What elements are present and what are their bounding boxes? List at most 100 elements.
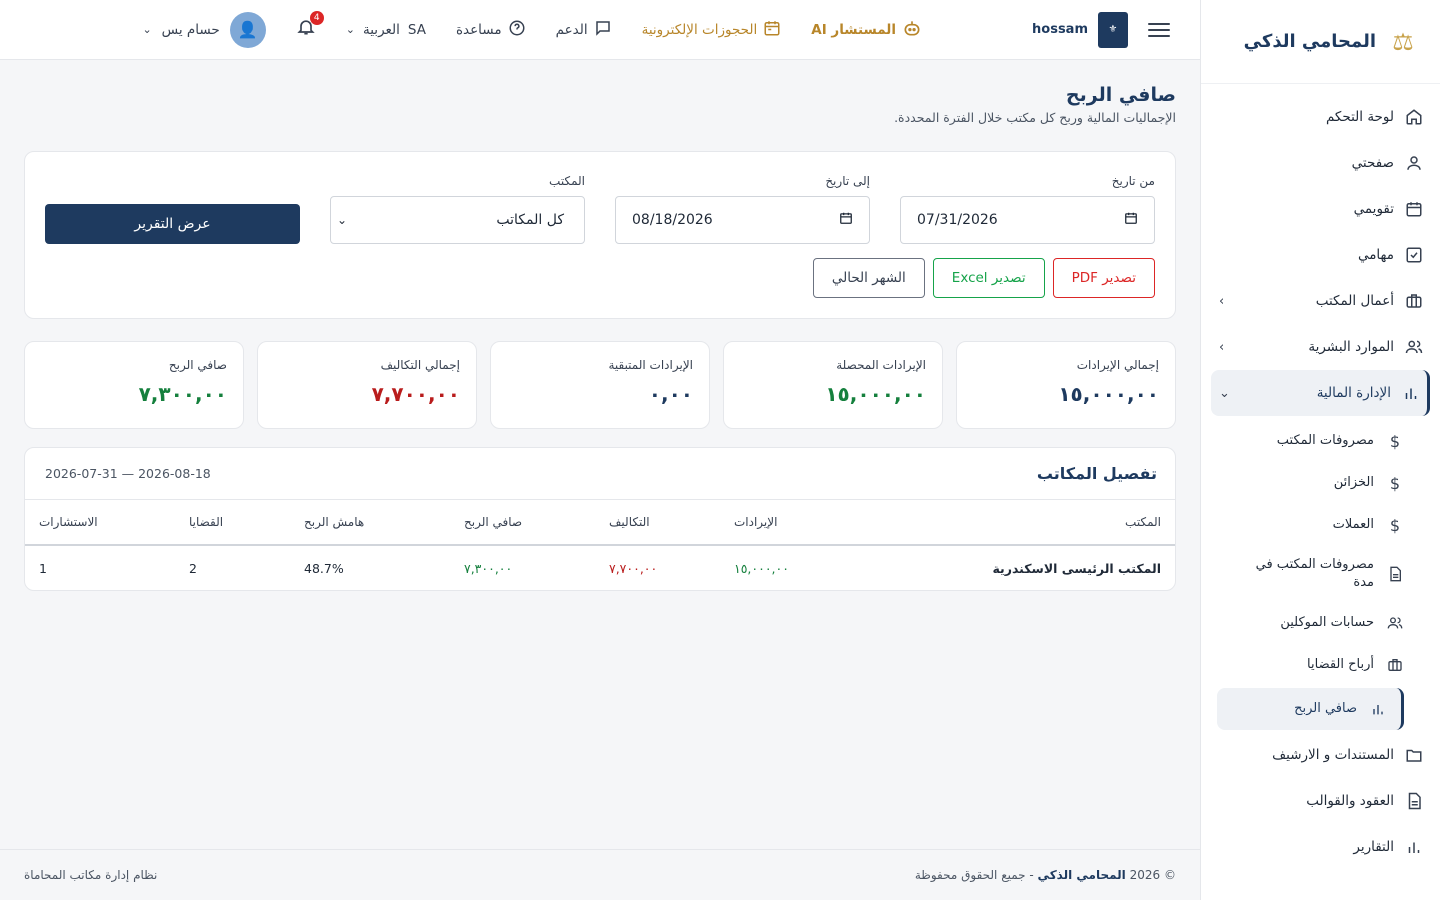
stat-value: ١٥,٠٠٠,٠٠ [1058,382,1159,406]
sidebar-item-label: تقويمي [1353,201,1394,217]
export-excel-button[interactable]: تصدير Excel [932,258,1045,298]
col-margin: هامش الربح [290,500,450,546]
sidebar-item-office-work[interactable]: أعمال المكتب ‹ [1201,278,1440,324]
user-icon [1404,153,1424,173]
robot-icon [902,18,922,42]
notification-badge: 4 [309,11,324,25]
sidebar-sub-safes[interactable]: $ الخزائن [1201,462,1440,504]
offices-table: المكتب الإيرادات التكاليف صافي الربح هام… [25,500,1175,590]
menu-icon[interactable] [1148,22,1170,37]
from-date-input[interactable]: 07/31/2026 [900,196,1155,244]
sidebar-item-label: الموارد البشرية [1308,339,1394,355]
sidebar-item-tasks[interactable]: مهامي [1201,232,1440,278]
stat-value: ١٥,٠٠٠,٠٠ [825,382,926,406]
col-consultations: الاستشارات [25,500,175,546]
chat-icon [594,19,612,41]
firm-name: hossam [1032,22,1088,37]
stat-label: إجمالي الإيرادات [1076,358,1159,372]
stat-net-profit: صافي الربح ٧,٣٠٠,٠٠ [24,341,244,429]
to-date-input[interactable]: 08/18/2026 [615,196,870,244]
language-selector[interactable]: SA العربية ⌄ [346,22,426,38]
avatar[interactable]: 👤 [229,11,266,48]
page-subtitle: الإجماليات المالية وربح كل مكتب خلال الف… [894,110,1176,125]
help-link[interactable]: مساعدة [456,19,526,41]
sidebar-nav: لوحة التحكم صفحتي تقويمي مهامي أعمال الم… [1201,84,1440,870]
dollar-icon: $ [1389,473,1401,493]
stat-collected-revenue: الإيرادات المحصلة ١٥,٠٠٠,٠٠ [723,341,943,429]
sidebar-sub-expenses-period[interactable]: مصروفات المكتب في مدة [1201,546,1440,602]
sidebar-sub-label: صافي الربح [1294,701,1357,716]
user-menu[interactable]: حسام يس ⌄ [142,22,219,38]
sidebar-sub-client-accounts[interactable]: حسابات الموكلين [1201,602,1440,644]
sidebar-sub-currencies[interactable]: $ العملات [1201,504,1440,546]
cell-consultations: 1 [39,560,47,576]
stat-label: الإيرادات المتبقية [608,358,693,372]
cell-net-profit: ٧,٣٠٠,٠٠ [464,560,513,576]
cell-margin: 48.7% [304,560,344,576]
sidebar-item-dashboard[interactable]: لوحة التحكم [1201,94,1440,140]
footer-copyright-prefix: © 2026 [1129,868,1176,882]
footer-system-name: نظام إدارة مكاتب المحاماة [24,868,158,882]
brand-name: المحامي الذكي [1243,31,1376,52]
sidebar-item-label: مهامي [1357,247,1394,263]
users-icon [1404,337,1424,357]
footer-rights: - جميع الحقوق محفوظة [914,868,1034,882]
show-report-button[interactable]: عرض التقرير [45,204,300,244]
ai-advisor-link[interactable]: المستشار AI [811,18,922,42]
sidebar-sub-case-profits[interactable]: أرباح القضايا [1201,644,1440,686]
document-icon [1386,565,1404,583]
calendar-icon[interactable] [839,211,853,229]
brand[interactable]: ⚖ المحامي الذكي [1201,0,1440,84]
chevron-left-icon: ‹ [1219,339,1225,355]
from-date-group: من تاريخ 07/31/2026 [900,174,1155,244]
table-row[interactable]: المكتب الرئيسى الاسكندرية ١٥,٠٠٠,٠٠ ٧,٧٠… [25,545,1175,590]
calendar-icon [1404,199,1424,219]
show-report-group: عرض التقرير [45,204,300,244]
from-date-label: من تاريخ [1111,174,1155,188]
offices-breakdown-card: تفصيل المكاتب 2026-07-31 — 2026-08-18 ال… [24,447,1176,591]
current-month-button[interactable]: الشهر الحالي [812,258,925,298]
sidebar-sub-net-profit[interactable]: صافي الربح [1217,688,1404,730]
footer: © 2026 المحامي الذكي - جميع الحقوق محفوظ… [0,849,1200,900]
footer-brand[interactable]: المحامي الذكي [1038,868,1126,882]
office-select[interactable]: ⌄ كل المكاتب [330,196,585,244]
calendar-icon[interactable] [1124,211,1138,229]
bookings-link[interactable]: الحجوزات الإلكترونية [642,19,782,41]
support-link[interactable]: الدعم [556,19,612,41]
col-costs: التكاليف [595,500,720,546]
stats-row: إجمالي الإيرادات ١٥,٠٠٠,٠٠ الإيرادات الم… [24,341,1176,429]
document-icon [1404,791,1424,811]
office-label: المكتب [549,174,585,188]
col-revenue: الإيرادات [720,500,845,546]
stat-value: ٠,٠٠ [648,382,693,406]
stat-label: إجمالي التكاليف [380,358,460,372]
stat-remaining-revenue: الإيرادات المتبقية ٠,٠٠ [490,341,710,429]
folder-icon [1404,745,1424,765]
dollar-icon: $ [1389,515,1401,535]
sidebar-sub-label: العملات [1332,517,1374,532]
sidebar-item-reports[interactable]: التقارير [1201,824,1440,870]
sidebar-item-contracts[interactable]: العقود والقوالب [1201,778,1440,824]
bookings-label: الحجوزات الإلكترونية [641,21,758,38]
dollar-icon: $ [1389,431,1401,451]
sidebar-item-label: العقود والقوالب [1306,793,1394,809]
sidebar-item-label: الإدارة المالية [1316,385,1391,401]
sidebar-sub-office-expenses[interactable]: $ مصروفات المكتب [1201,420,1440,462]
cell-cases: 2 [189,560,197,576]
sidebar-item-my-page[interactable]: صفحتي [1201,140,1440,186]
export-pdf-button[interactable]: تصدير PDF [1052,258,1155,298]
firm-logo: ⚜ [1098,11,1128,48]
notifications-button[interactable]: 4 [296,11,324,42]
briefcase-icon [1386,656,1404,674]
sidebar-item-finance[interactable]: الإدارة المالية ⌄ [1211,370,1430,416]
from-date-value: 07/31/2026 [917,212,998,228]
sidebar-item-documents[interactable]: المستندات و الارشيف [1201,732,1440,778]
bar-chart-icon [1401,383,1421,403]
col-net-profit: صافي الربح [450,500,595,546]
sidebar-item-label: المستندات و الارشيف [1272,747,1394,763]
sidebar-item-calendar[interactable]: تقويمي [1201,186,1440,232]
table-header-row: المكتب الإيرادات التكاليف صافي الربح هام… [25,500,1175,546]
col-office: المكتب [845,500,1175,546]
sidebar-item-hr[interactable]: الموارد البشرية ‹ [1201,324,1440,370]
help-circle-icon [508,19,526,41]
